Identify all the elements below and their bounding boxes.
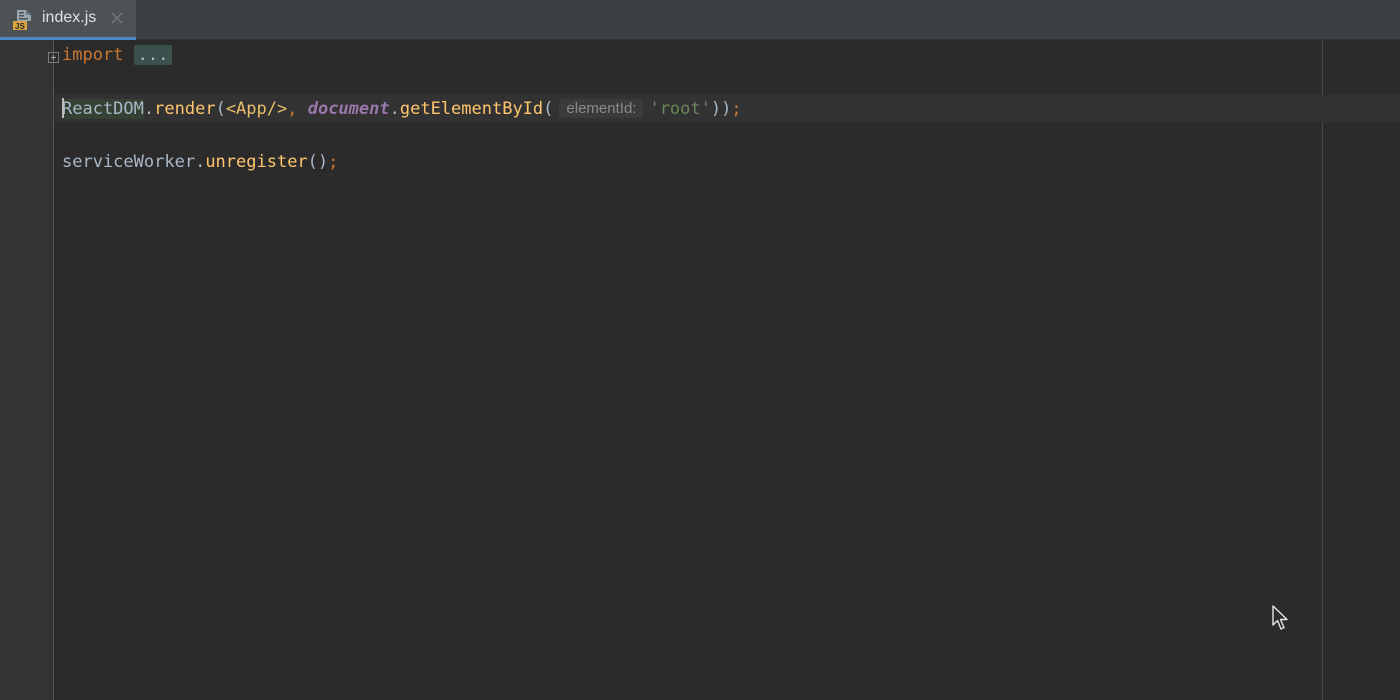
dot: . xyxy=(389,99,400,119)
fold-toggle-icon[interactable] xyxy=(48,52,59,63)
mouse-pointer-icon xyxy=(1272,605,1288,630)
getelementbyid-method: getElementById xyxy=(399,99,544,119)
dot: . xyxy=(195,152,206,172)
right-margin-guide xyxy=(1322,40,1323,700)
dot: . xyxy=(143,99,155,119)
import-keyword: import xyxy=(62,45,124,65)
close-icon[interactable] xyxy=(110,11,124,25)
code-editor[interactable]: import ... ReactDOM.render(<App/>, docum… xyxy=(0,40,1400,700)
js-badge-text: JS xyxy=(15,22,25,31)
code-line-3[interactable]: serviceWorker.unregister(); xyxy=(62,149,338,176)
parameter-hint: elementId: xyxy=(559,99,644,118)
tab-index-js[interactable]: JS index.js xyxy=(0,0,136,40)
reactdom-identifier: ReactDOM xyxy=(62,99,144,119)
line-gutter xyxy=(0,40,54,700)
js-file-icon: JS xyxy=(13,10,31,31)
code-line-1[interactable]: import ... xyxy=(62,42,173,69)
code-line-2[interactable]: ReactDOM.render(<App/>, document.getElem… xyxy=(62,95,742,123)
open-paren: ( xyxy=(215,99,226,119)
semicolon: ; xyxy=(731,99,742,119)
document-global: document xyxy=(307,99,390,119)
comma: , xyxy=(287,99,308,119)
folded-imports[interactable]: ... xyxy=(133,45,173,65)
tab-label: index.js xyxy=(42,9,97,26)
close-parens: )) xyxy=(710,99,732,119)
editor-tab-bar: JS index.js xyxy=(0,0,1400,40)
unregister-method: unregister xyxy=(205,152,308,172)
render-method: render xyxy=(154,99,216,119)
text-caret xyxy=(62,98,64,118)
open-paren: ( xyxy=(543,99,554,119)
root-string: 'root' xyxy=(649,99,711,119)
app-jsx-element: <App/> xyxy=(225,99,288,119)
serviceworker-identifier: serviceWorker xyxy=(62,152,196,172)
semicolon: ; xyxy=(328,152,339,172)
parens: () xyxy=(307,152,329,172)
